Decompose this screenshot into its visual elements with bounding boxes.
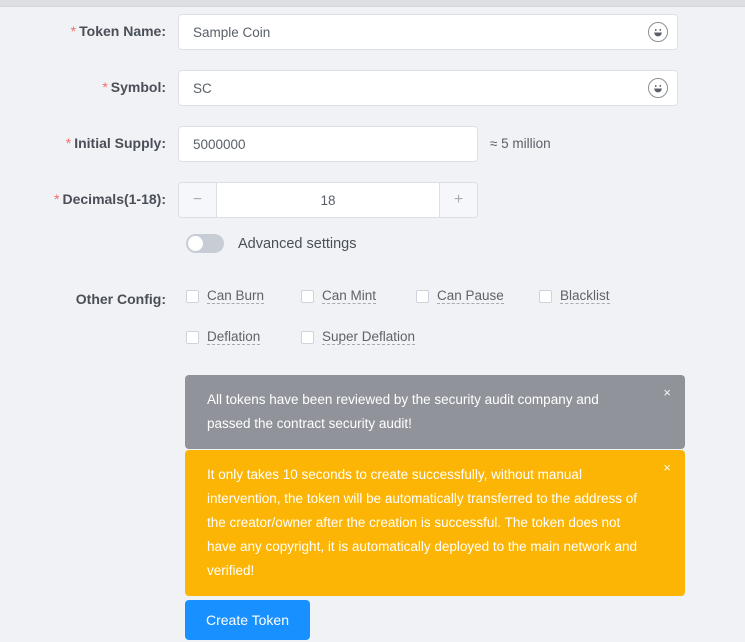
checkbox-super-deflation[interactable]: Super Deflation <box>301 329 415 345</box>
decimals-increment-button[interactable]: + <box>439 183 477 217</box>
smiley-face-icon[interactable] <box>648 22 668 42</box>
advanced-settings-row: Advanced settings <box>186 234 586 253</box>
checkbox-label: Super Deflation <box>322 329 415 345</box>
advanced-settings-toggle[interactable] <box>186 234 224 253</box>
creation-info-alert-text: It only takes 10 seconds to create succe… <box>207 467 637 578</box>
checkbox-can-mint[interactable]: Can Mint <box>301 288 376 304</box>
required-asterisk: * <box>102 79 107 95</box>
form-row-token-name: *Token Name: <box>0 14 745 50</box>
other-config-label: Other Config: <box>0 282 178 316</box>
token-name-label: *Token Name: <box>0 14 178 48</box>
decimals-label: *Decimals(1-18): <box>0 182 178 216</box>
initial-supply-field-wrap <box>178 126 478 162</box>
decimals-stepper: − + <box>178 182 478 218</box>
form-row-decimals: *Decimals(1-18): − + <box>0 182 745 218</box>
checkbox-box[interactable] <box>539 290 552 303</box>
checkbox-label: Can Mint <box>322 288 376 304</box>
checkbox-box[interactable] <box>186 290 199 303</box>
initial-supply-label: *Initial Supply: <box>0 126 178 160</box>
checkbox-deflation[interactable]: Deflation <box>186 329 260 345</box>
toggle-knob <box>188 236 203 251</box>
page-top-bar <box>0 0 745 7</box>
checkbox-label: Deflation <box>207 329 260 345</box>
close-icon[interactable]: × <box>663 461 671 474</box>
checkbox-can-pause[interactable]: Can Pause <box>416 288 504 304</box>
form-row-symbol: *Symbol: <box>0 70 745 106</box>
symbol-field-wrap <box>178 70 678 106</box>
security-audit-alert-text: All tokens have been reviewed by the sec… <box>207 392 599 431</box>
required-asterisk: * <box>54 191 59 207</box>
creation-info-alert: It only takes 10 seconds to create succe… <box>185 450 685 596</box>
checkbox-box[interactable] <box>301 290 314 303</box>
checkbox-box[interactable] <box>186 331 199 344</box>
symbol-label: *Symbol: <box>0 70 178 104</box>
decimals-input[interactable] <box>217 183 439 217</box>
advanced-settings-label: Advanced settings <box>238 236 357 252</box>
token-name-input[interactable] <box>178 14 678 50</box>
decimals-decrement-button[interactable]: − <box>179 183 217 217</box>
initial-supply-hint: ≈ 5 million <box>490 126 551 162</box>
checkbox-box[interactable] <box>416 290 429 303</box>
security-audit-alert: All tokens have been reviewed by the sec… <box>185 375 685 449</box>
create-token-button[interactable]: Create Token <box>185 600 310 640</box>
symbol-input[interactable] <box>178 70 678 106</box>
required-asterisk: * <box>71 23 76 39</box>
close-icon[interactable]: × <box>663 386 671 399</box>
form-row-initial-supply: *Initial Supply: ≈ 5 million <box>0 126 745 162</box>
checkbox-label: Blacklist <box>560 288 610 304</box>
create-token-form: *Token Name: *Symbol: <box>0 7 745 642</box>
required-asterisk: * <box>66 135 71 151</box>
checkbox-can-burn[interactable]: Can Burn <box>186 288 264 304</box>
checkbox-label: Can Pause <box>437 288 504 304</box>
smiley-face-icon[interactable] <box>648 78 668 98</box>
token-name-field-wrap <box>178 14 678 50</box>
checkbox-box[interactable] <box>301 331 314 344</box>
checkbox-blacklist[interactable]: Blacklist <box>539 288 610 304</box>
checkbox-label: Can Burn <box>207 288 264 304</box>
initial-supply-input[interactable] <box>178 126 478 162</box>
